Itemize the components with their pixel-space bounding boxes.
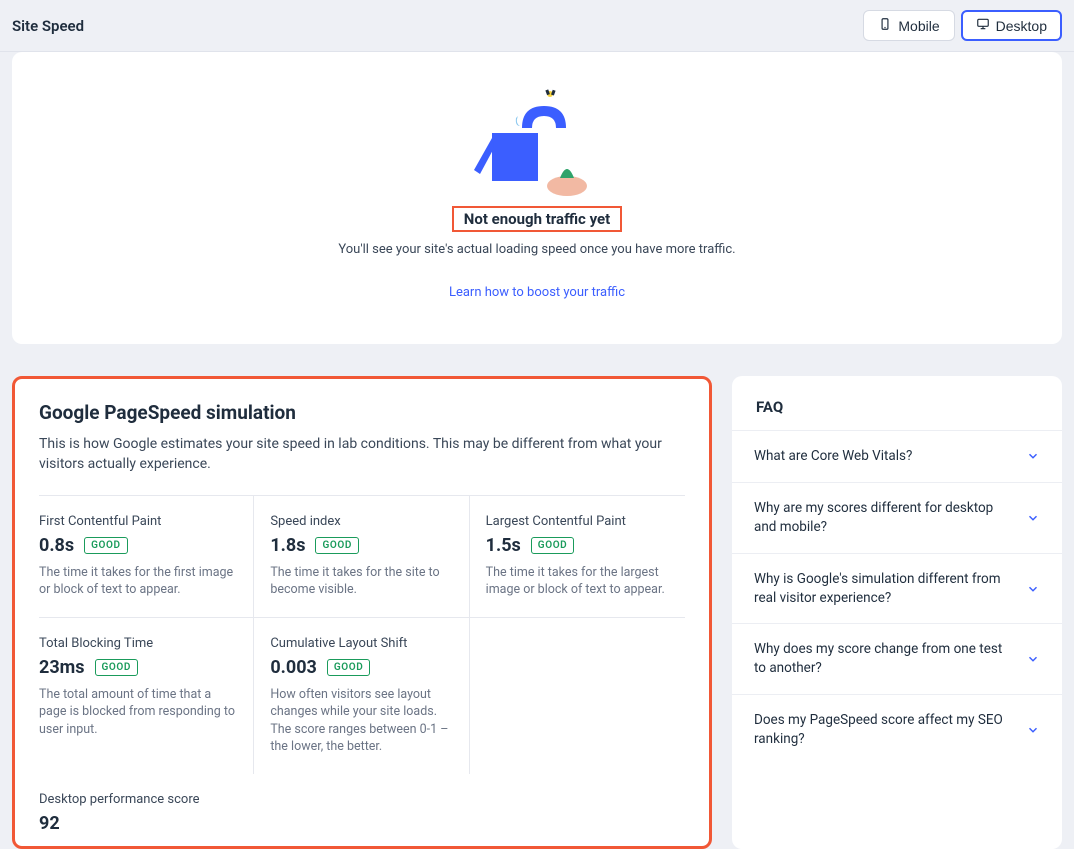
metric-description: How often visitors see layout changes wh… — [270, 686, 452, 756]
device-toggle: Mobile Desktop — [863, 10, 1062, 41]
boost-traffic-link[interactable]: Learn how to boost your traffic — [449, 285, 625, 300]
faq-item[interactable]: Why is Google's simulation different fro… — [732, 553, 1062, 624]
desktop-toggle-label: Desktop — [996, 18, 1047, 34]
page-header: Site Speed Mobile Desktop — [0, 0, 1074, 52]
metric-label: First Contentful Paint — [39, 514, 237, 529]
metric-tbt: Total Blocking Time 23ms GOOD The total … — [39, 618, 254, 774]
metric-description: The time it takes for the first image or… — [39, 564, 237, 599]
performance-score-label: Desktop performance score — [39, 792, 685, 807]
metric-lcp: Largest Contentful Paint 1.5s GOOD The t… — [470, 496, 685, 618]
chevron-down-icon — [1026, 449, 1040, 463]
empty-subtext: You'll see your site's actual loading sp… — [32, 242, 1042, 257]
chevron-down-icon — [1026, 723, 1040, 737]
watering-can-illustration — [472, 88, 602, 198]
chevron-down-icon — [1026, 582, 1040, 596]
metric-speed-index: Speed index 1.8s GOOD The time it takes … — [254, 496, 469, 618]
faq-item[interactable]: Why does my score change from one test t… — [732, 623, 1062, 694]
chevron-down-icon — [1026, 652, 1040, 666]
status-badge: GOOD — [95, 659, 139, 676]
performance-score-row: Desktop performance score 92 — [39, 774, 685, 834]
metric-label: Speed index — [270, 514, 452, 529]
simulation-title: Google PageSpeed simulation — [39, 401, 685, 424]
metric-cls: Cumulative Layout Shift 0.003 GOOD How o… — [254, 618, 469, 774]
status-badge: GOOD — [315, 537, 359, 554]
faq-card: FAQ What are Core Web Vitals? Why are my… — [732, 376, 1062, 849]
metric-value: 1.8s — [270, 535, 305, 556]
metric-description: The time it takes for the site to become… — [270, 564, 452, 599]
performance-score-value: 92 — [39, 813, 685, 834]
faq-item[interactable]: Does my PageSpeed score affect my SEO ra… — [732, 694, 1062, 765]
metric-label: Total Blocking Time — [39, 636, 237, 651]
page-title: Site Speed — [12, 17, 84, 35]
metric-empty — [470, 618, 685, 774]
desktop-toggle-button[interactable]: Desktop — [961, 10, 1062, 41]
faq-question: What are Core Web Vitals? — [754, 447, 912, 466]
metric-value: 0.003 — [270, 657, 317, 678]
metric-value: 0.8s — [39, 535, 74, 556]
faq-question: Why does my score change from one test t… — [754, 640, 1016, 678]
metric-value: 1.5s — [486, 535, 521, 556]
status-badge: GOOD — [327, 659, 371, 676]
faq-item[interactable]: Why are my scores different for desktop … — [732, 482, 1062, 553]
empty-heading-highlight: Not enough traffic yet — [452, 206, 622, 232]
mobile-icon — [878, 17, 892, 34]
faq-item[interactable]: What are Core Web Vitals? — [732, 430, 1062, 482]
mobile-toggle-button[interactable]: Mobile — [863, 10, 954, 41]
faq-question: Why is Google's simulation different fro… — [754, 570, 1016, 608]
metric-label: Cumulative Layout Shift — [270, 636, 452, 651]
status-badge: GOOD — [84, 537, 128, 554]
mobile-toggle-label: Mobile — [898, 18, 939, 34]
faq-question: Why are my scores different for desktop … — [754, 499, 1016, 537]
chevron-down-icon — [1026, 511, 1040, 525]
empty-heading: Not enough traffic yet — [464, 210, 610, 228]
metric-description: The time it takes for the largest image … — [486, 564, 669, 599]
desktop-icon — [976, 17, 990, 34]
metric-value: 23ms — [39, 657, 85, 678]
metric-fcp: First Contentful Paint 0.8s GOOD The tim… — [39, 496, 254, 618]
empty-state-card: Not enough traffic yet You'll see your s… — [12, 52, 1062, 344]
simulation-description: This is how Google estimates your site s… — [39, 434, 685, 475]
metrics-grid: First Contentful Paint 0.8s GOOD The tim… — [39, 495, 685, 774]
faq-question: Does my PageSpeed score affect my SEO ra… — [754, 711, 1016, 749]
status-badge: GOOD — [531, 537, 575, 554]
metric-label: Largest Contentful Paint — [486, 514, 669, 529]
faq-title: FAQ — [732, 398, 1062, 430]
metric-description: The total amount of time that a page is … — [39, 686, 237, 739]
pagespeed-simulation-card: Google PageSpeed simulation This is how … — [12, 376, 712, 849]
